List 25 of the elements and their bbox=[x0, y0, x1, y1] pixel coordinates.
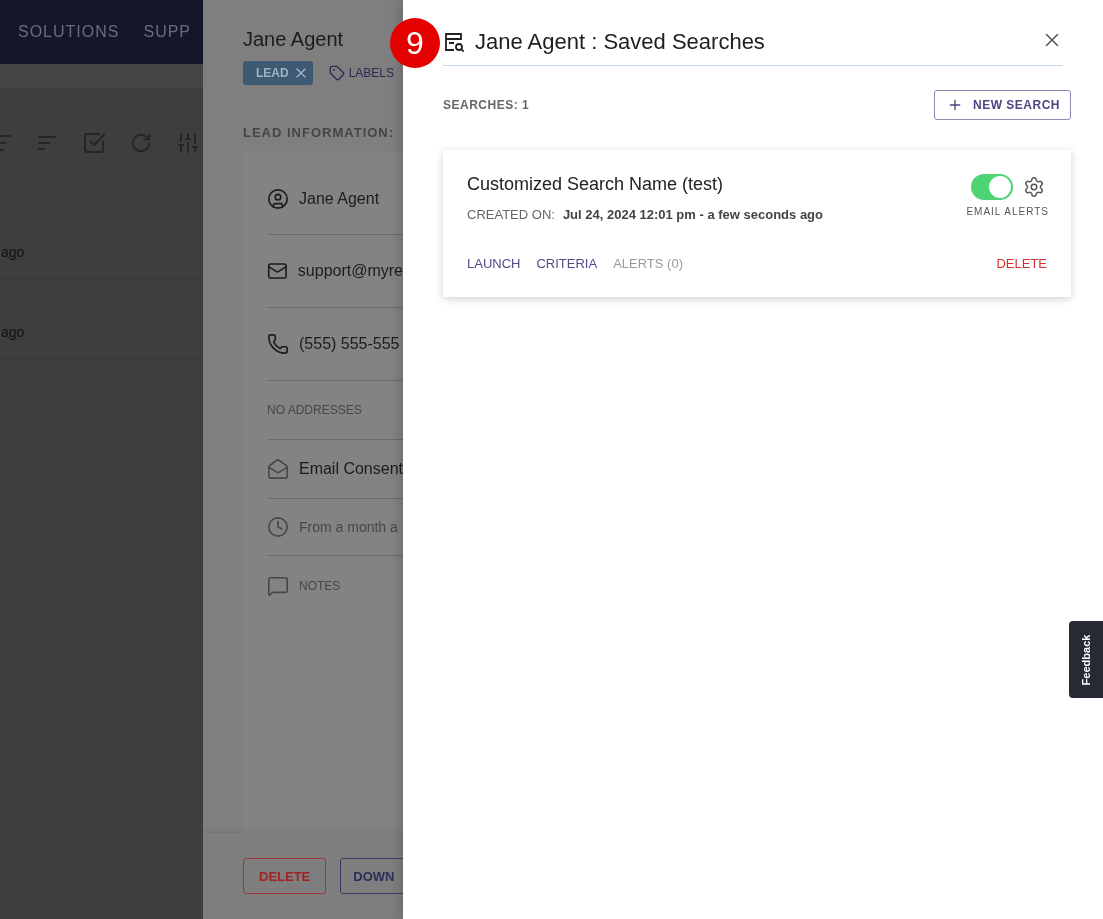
created-date: Jul 24, 2024 12:01 pm - a few seconds ago bbox=[562, 207, 823, 222]
field-text: Email Consent bbox=[298, 460, 403, 478]
nav-link[interactable]: SUPP bbox=[143, 23, 192, 41]
field-text: Jane Agent bbox=[299, 190, 380, 208]
new-search-button[interactable]: NEW SEARCH bbox=[934, 90, 1071, 120]
field-text: support@myre bbox=[297, 262, 403, 280]
section-title: LEAD INFORMATION: bbox=[243, 125, 396, 140]
field-text: (555) 555-555 bbox=[299, 335, 400, 353]
labels-button[interactable]: LABELS bbox=[348, 66, 395, 80]
email-alerts-label: EMAIL ALERTS bbox=[966, 206, 1049, 217]
nav-link[interactable]: SOLUTIONS bbox=[18, 23, 120, 41]
search-count: SEARCHES: 1 bbox=[443, 98, 530, 112]
card-action-link[interactable]: CRITERIA bbox=[536, 256, 598, 271]
field-text: NO ADDRESSES bbox=[267, 403, 362, 417]
search-name: Customized Search Name (test) bbox=[467, 174, 725, 195]
card-action-link[interactable]: LAUNCH bbox=[467, 256, 521, 271]
created-label: CREATED ON: bbox=[467, 207, 555, 222]
panel-title: Jane Agent : Saved Searches bbox=[475, 28, 766, 55]
delete-button[interactable]: DELETE bbox=[243, 858, 327, 894]
field-text: From a month a bbox=[299, 519, 398, 535]
feedback-tab[interactable]: Feedback bbox=[1069, 621, 1103, 698]
field-text: NOTES bbox=[299, 579, 341, 593]
lead-name-title: Jane Agent bbox=[243, 28, 345, 51]
delete-link[interactable]: DELETE bbox=[996, 256, 1047, 271]
lead-tag: LEAD bbox=[243, 61, 313, 85]
